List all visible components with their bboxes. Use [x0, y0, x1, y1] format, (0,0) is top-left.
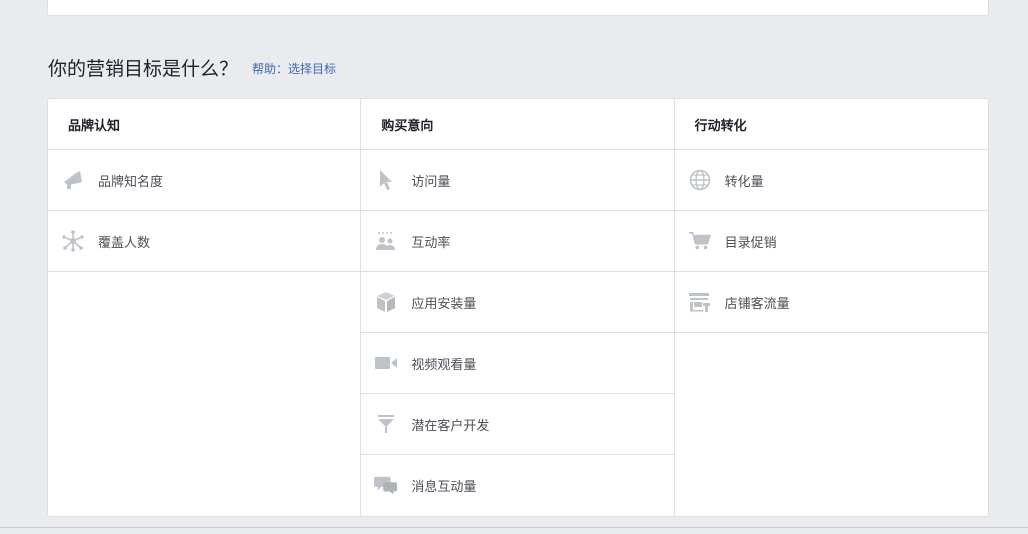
column-conversion: 行动转化 转化量 目录促销 店铺客流量: [674, 99, 988, 516]
column-header: 品牌认知: [48, 99, 361, 150]
help-choose-objective-link[interactable]: 帮助：选择目标: [252, 60, 336, 77]
column-header: 购买意向: [361, 99, 674, 150]
people-icon: [374, 229, 398, 253]
box-icon: [374, 290, 398, 314]
objective-label: 品牌知名度: [98, 174, 164, 190]
cursor-icon: [374, 168, 398, 192]
objective-label: 目录促销: [724, 235, 777, 251]
reach-icon: [61, 229, 85, 253]
objective-label: 店铺客流量: [724, 296, 790, 312]
objective-lead-generation[interactable]: 潜在客户开发: [361, 394, 674, 455]
footer-divider: [0, 527, 1028, 528]
objective-label: 视频观看量: [411, 357, 477, 373]
globe-icon: [688, 168, 712, 192]
objective-label: 消息互动量: [411, 479, 477, 495]
objective-messages[interactable]: 消息互动量: [361, 455, 673, 515]
chat-bubbles-icon: [374, 473, 398, 497]
funnel-icon: [374, 412, 398, 436]
objective-label: 访问量: [411, 174, 451, 190]
column-header: 行动转化: [674, 99, 988, 150]
objective-brand-awareness[interactable]: 品牌知名度: [48, 150, 361, 211]
objective-label: 互动率: [411, 235, 451, 251]
objective-store-traffic[interactable]: 店铺客流量: [674, 272, 988, 333]
objective-engagement[interactable]: 互动率: [361, 211, 674, 272]
column-consideration: 购买意向 访问量 互动率 应用安装量 视频观看量 潜在客户开发 消息互动量: [361, 99, 675, 516]
objective-reach[interactable]: 覆盖人数: [48, 211, 361, 272]
megaphone-icon: [61, 168, 85, 192]
objective-label: 应用安装量: [411, 296, 477, 312]
objective-heading-row: 你的营销目标是什么？ 帮助：选择目标: [48, 52, 336, 82]
objective-grid: 品牌认知 品牌知名度 覆盖人数 购买意向 访问量 互动率 应用安装量 视频观看量…: [47, 98, 989, 517]
video-camera-icon: [374, 351, 398, 375]
objective-conversions[interactable]: 转化量: [674, 150, 988, 211]
objective-catalog-sales[interactable]: 目录促销: [674, 211, 988, 272]
objective-label: 转化量: [724, 174, 764, 190]
objective-video-views[interactable]: 视频观看量: [361, 333, 674, 394]
objective-traffic[interactable]: 访问量: [361, 150, 674, 211]
objective-app-installs[interactable]: 应用安装量: [361, 272, 674, 333]
objective-label: 潜在客户开发: [411, 418, 490, 434]
shopping-cart-icon: [688, 229, 712, 253]
storefront-icon: [688, 290, 712, 314]
objective-label: 覆盖人数: [98, 235, 151, 251]
previous-section-card: [47, 0, 989, 16]
column-awareness: 品牌认知 品牌知名度 覆盖人数: [48, 99, 362, 516]
page-title: 你的营销目标是什么？: [48, 57, 239, 80]
